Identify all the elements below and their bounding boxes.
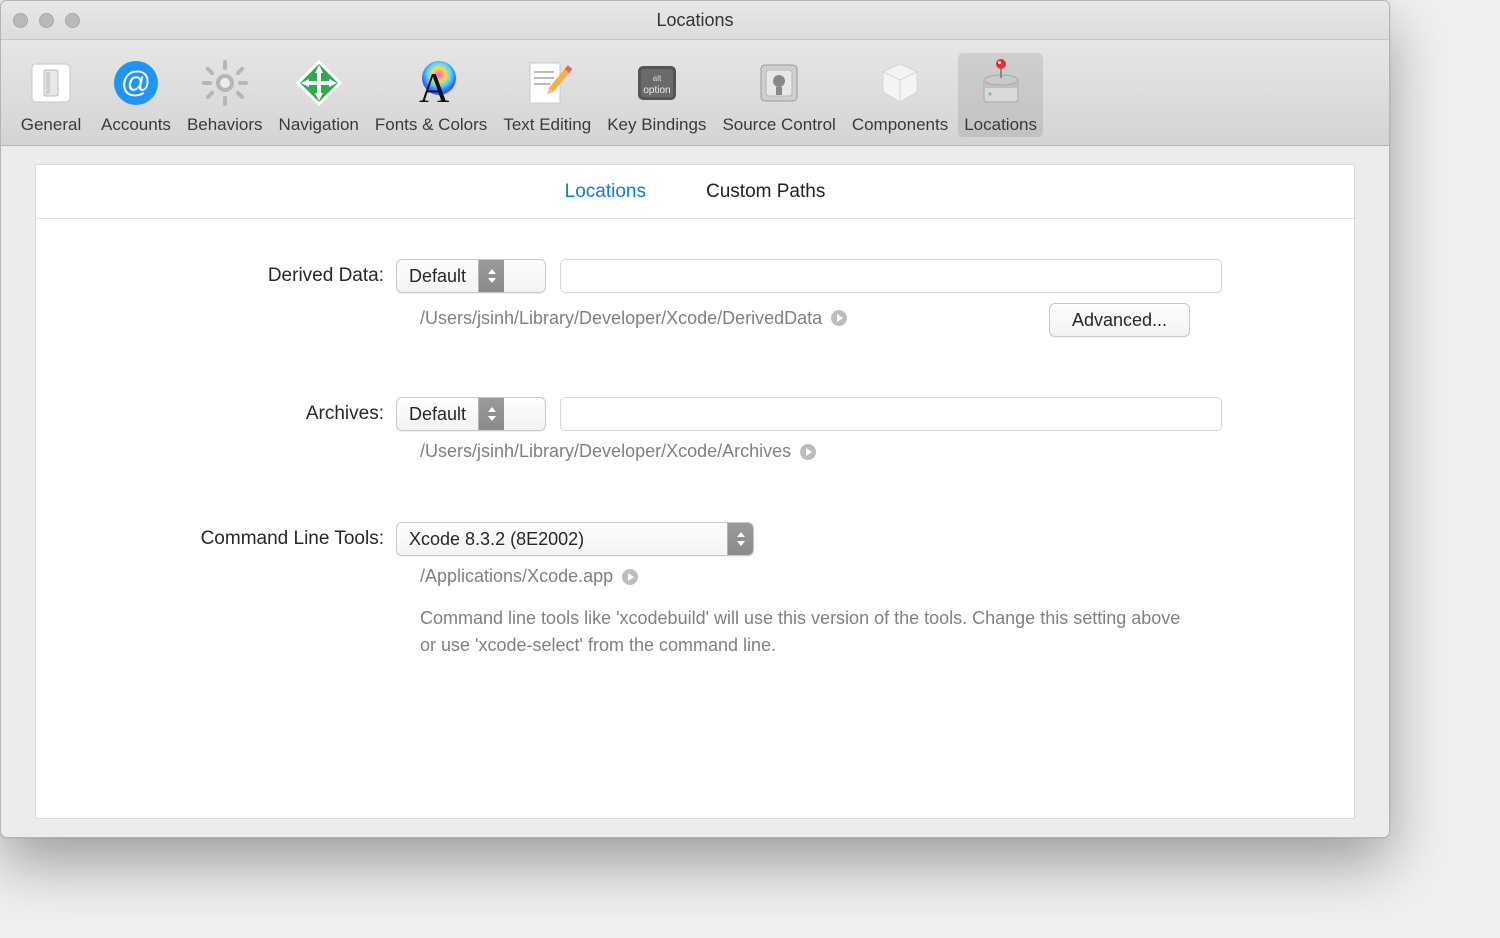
- svg-text:alt: alt: [653, 74, 662, 83]
- toolbar-label: Accounts: [101, 115, 171, 135]
- derived-data-path: /Users/jsinh/Library/Developer/Xcode/Der…: [420, 308, 822, 329]
- clt-value: Xcode 8.3.2 (8E2002): [397, 529, 727, 550]
- toolbar-label: Fonts & Colors: [375, 115, 487, 135]
- navigation-icon: [293, 57, 345, 109]
- minimize-button[interactable]: [39, 13, 54, 28]
- row-archives: Archives: Default: [66, 397, 1324, 431]
- toolbar-accounts[interactable]: @ Accounts: [95, 53, 177, 137]
- tab-locations[interactable]: Locations: [565, 181, 646, 203]
- toolbar-label: Source Control: [722, 115, 835, 135]
- svg-text:@: @: [121, 66, 151, 99]
- text-editing-icon: [521, 57, 573, 109]
- toolbar-locations[interactable]: Locations: [958, 53, 1043, 137]
- locations-form: Derived Data: Default /Users/jsinh/Libra…: [36, 219, 1354, 818]
- sub-tabbar: Locations Custom Paths: [36, 165, 1354, 219]
- reveal-in-finder-icon[interactable]: [621, 568, 639, 586]
- locations-icon: [975, 57, 1027, 109]
- reveal-in-finder-icon[interactable]: [799, 443, 817, 461]
- derived-data-value: Default: [397, 266, 478, 287]
- svg-text:A: A: [419, 66, 450, 108]
- clt-path: /Applications/Xcode.app: [420, 566, 613, 587]
- archives-value: Default: [397, 404, 478, 425]
- window-title: Locations: [1, 10, 1389, 31]
- tab-custom-paths[interactable]: Custom Paths: [706, 181, 825, 203]
- toolbar-navigation[interactable]: Navigation: [273, 53, 365, 137]
- key-bindings-icon: alt option: [631, 57, 683, 109]
- clt-label: Command Line Tools:: [66, 528, 396, 550]
- toolbar-label: Navigation: [279, 115, 359, 135]
- popup-arrows-icon: [478, 260, 504, 292]
- zoom-button[interactable]: [65, 13, 80, 28]
- toolbar-fonts-colors[interactable]: A Fonts & Colors: [369, 53, 493, 137]
- toolbar-source-control[interactable]: Source Control: [716, 53, 841, 137]
- row-clt: Command Line Tools: Xcode 8.3.2 (8E2002): [66, 522, 1324, 556]
- reveal-in-finder-icon[interactable]: [830, 309, 848, 327]
- toolbar-label: Key Bindings: [607, 115, 706, 135]
- panel-wrap: Locations Custom Paths Derived Data: Def…: [1, 146, 1389, 837]
- row-derived-data: Derived Data: Default: [66, 259, 1324, 293]
- toolbar-text-editing[interactable]: Text Editing: [497, 53, 597, 137]
- toolbar-label: Behaviors: [187, 115, 263, 135]
- archives-path-input[interactable]: [560, 397, 1222, 431]
- preferences-window: Locations General @ Accounts: [0, 0, 1390, 838]
- archives-path: /Users/jsinh/Library/Developer/Xcode/Arc…: [420, 441, 791, 462]
- toolbar-behaviors[interactable]: Behaviors: [181, 53, 269, 137]
- clt-pathline: /Applications/Xcode.app: [420, 566, 1324, 587]
- toolbar-label: General: [21, 115, 81, 135]
- toolbar-label: Locations: [964, 115, 1037, 135]
- behaviors-icon: [199, 57, 251, 109]
- accounts-icon: @: [110, 57, 162, 109]
- toolbar-general[interactable]: General: [11, 53, 91, 137]
- derived-data-label: Derived Data:: [66, 265, 396, 287]
- svg-text:option: option: [643, 85, 670, 96]
- close-button[interactable]: [13, 13, 28, 28]
- toolbar-label: Text Editing: [503, 115, 591, 135]
- archives-pathline: /Users/jsinh/Library/Developer/Xcode/Arc…: [420, 441, 1324, 462]
- clt-help-text: Command line tools like 'xcodebuild' wil…: [420, 605, 1200, 659]
- toolbar-components[interactable]: Components: [846, 53, 954, 137]
- source-control-icon: [753, 57, 805, 109]
- components-icon: [874, 57, 926, 109]
- derived-data-path-input[interactable]: [560, 259, 1222, 293]
- locations-panel: Locations Custom Paths Derived Data: Def…: [35, 164, 1355, 819]
- archives-label: Archives:: [66, 403, 396, 425]
- toolbar-label: Components: [852, 115, 948, 135]
- popup-arrows-icon: [727, 523, 753, 555]
- titlebar: Locations: [1, 1, 1389, 40]
- popup-arrows-icon: [478, 398, 504, 430]
- traffic-lights: [13, 13, 80, 28]
- toolbar-key-bindings[interactable]: alt option Key Bindings: [601, 53, 712, 137]
- fonts-colors-icon: A: [405, 57, 457, 109]
- preferences-toolbar: General @ Accounts: [1, 40, 1389, 146]
- derived-data-popup[interactable]: Default: [396, 259, 546, 293]
- clt-popup[interactable]: Xcode 8.3.2 (8E2002): [396, 522, 754, 556]
- general-icon: [25, 57, 77, 109]
- archives-popup[interactable]: Default: [396, 397, 546, 431]
- advanced-button[interactable]: Advanced...: [1049, 303, 1190, 337]
- derived-data-pathline: /Users/jsinh/Library/Developer/Xcode/Der…: [420, 308, 1049, 329]
